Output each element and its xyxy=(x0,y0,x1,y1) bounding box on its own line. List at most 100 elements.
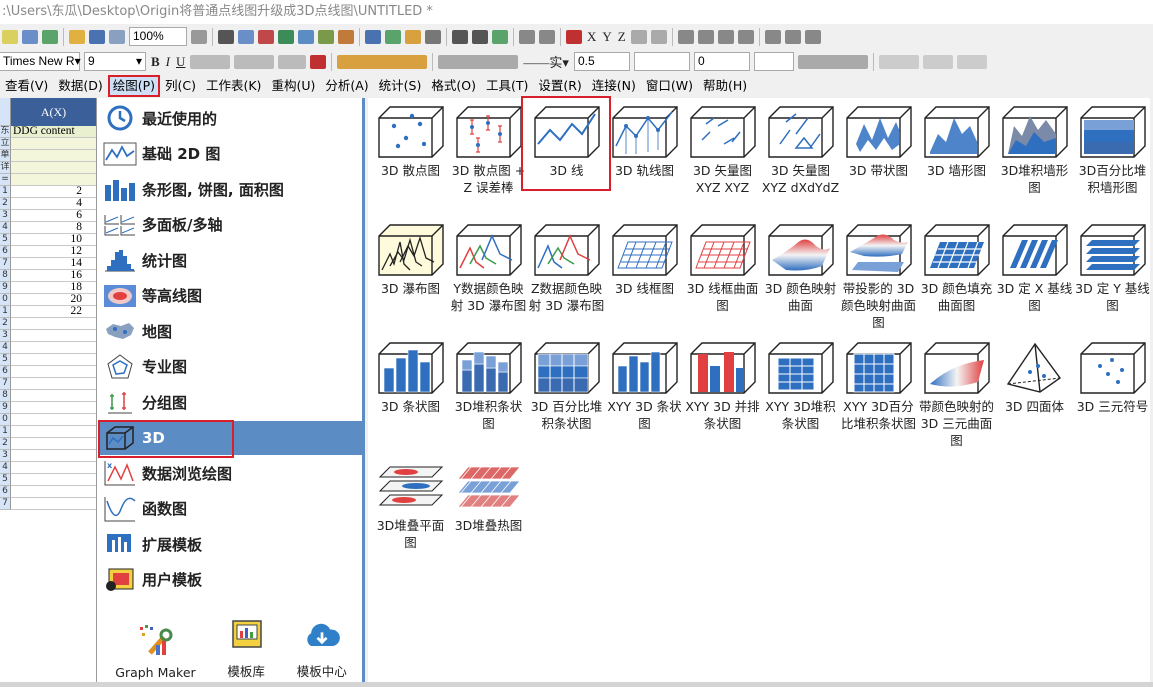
plot-type-wireframe-3d[interactable]: 3D 线框图 xyxy=(606,218,683,335)
row-header[interactable]: 6 xyxy=(0,486,11,498)
data-cell[interactable]: 14 xyxy=(11,257,96,269)
row-header[interactable]: 单 xyxy=(0,150,11,162)
row-header[interactable]: 9 xyxy=(0,282,11,294)
data-cell[interactable] xyxy=(11,426,96,437)
plot-category-multi-panel[interactable]: 多面板/多轴 xyxy=(100,208,362,242)
data-cell[interactable] xyxy=(11,342,96,353)
plot-type-colorfill-surface-3d[interactable]: 3D 颜色填充曲面图 xyxy=(918,218,995,335)
new-graph-icon[interactable] xyxy=(42,29,58,44)
plot-type-line-3d[interactable]: 3D 线 xyxy=(521,96,611,217)
menu-plot[interactable]: 绘图(P) xyxy=(107,75,160,97)
plot-category-bar-chart[interactable]: 条形图, 饼图, 面积图 xyxy=(100,172,362,206)
project-explorer-icon[interactable] xyxy=(318,29,334,44)
data-cell[interactable]: 20 xyxy=(11,293,96,305)
set-as-x-icon[interactable] xyxy=(566,29,582,44)
layer-tools-icon[interactable] xyxy=(337,54,428,69)
plot-category-radar[interactable]: 专业图 xyxy=(100,350,362,384)
set-z-label[interactable]: Z xyxy=(618,29,626,45)
data-cell[interactable] xyxy=(11,402,96,413)
data-cell[interactable]: 2 xyxy=(11,185,96,197)
plot-category-clock[interactable]: 最近使用的 xyxy=(100,101,362,135)
view-tools-icon[interactable] xyxy=(922,54,953,69)
plot-type-waterfall-3d[interactable]: 3D 瀑布图 xyxy=(372,218,449,335)
row-header[interactable]: 5 xyxy=(0,354,11,366)
data-cell[interactable]: 6 xyxy=(11,209,96,221)
plot-category-map[interactable]: 地图 xyxy=(100,314,362,348)
menu-column[interactable]: 列(C) xyxy=(160,75,201,97)
mask-icon[interactable] xyxy=(539,29,555,44)
plot-category-line-chart[interactable]: 基础 2D 图 xyxy=(100,137,362,171)
underline-icon[interactable]: U xyxy=(176,54,185,70)
code-builder-icon[interactable] xyxy=(338,29,354,44)
plot-type-xyy-bar-3d[interactable]: XYY 3D 条状图 xyxy=(606,336,683,453)
row-header[interactable]: 0 xyxy=(0,294,11,306)
meta-cell[interactable] xyxy=(11,150,96,161)
plot-type-ternary-symbol-3d[interactable]: 3D 三元符号 xyxy=(1074,336,1151,453)
menu-connect[interactable]: 连接(N) xyxy=(587,75,641,97)
row-header[interactable]: 4 xyxy=(0,222,11,234)
greek-icon[interactable] xyxy=(234,54,275,69)
data-cell[interactable] xyxy=(11,498,96,509)
scatter-plot-icon[interactable] xyxy=(492,29,508,44)
row-header[interactable]: 7 xyxy=(0,258,11,270)
plot-type-y-base-3d[interactable]: 3D 定 Y 基线图 xyxy=(1074,218,1151,335)
fill-color-icon[interactable] xyxy=(438,54,519,69)
export-icon[interactable] xyxy=(278,29,294,44)
row-header[interactable]: 立 xyxy=(0,138,11,150)
data-cell[interactable] xyxy=(11,474,96,485)
row-header[interactable]: 1 xyxy=(0,306,11,318)
plot-type-scatter-3d-errorbar[interactable]: 3D 散点图 + Z 误差棒 xyxy=(450,100,527,217)
menu-worksheet[interactable]: 工作表(K) xyxy=(201,75,266,97)
statistics-icon[interactable] xyxy=(385,29,401,44)
menu-analysis[interactable]: 分析(A) xyxy=(320,75,373,97)
column-header-a[interactable]: A(X) xyxy=(11,98,96,126)
save-icon[interactable] xyxy=(89,29,105,44)
plot-type-xyy-percent-bar-3d[interactable]: XYY 3D百分比堆积条状图 xyxy=(840,336,917,453)
arrange-tools-icon[interactable] xyxy=(956,54,987,69)
line-width-input[interactable]: 0.5 xyxy=(573,52,630,71)
menu-window[interactable]: 窗口(W) xyxy=(641,75,698,97)
plot-type-colormap-surface-3d[interactable]: 3D 颜色映射曲面 xyxy=(762,218,839,335)
data-cell[interactable] xyxy=(11,414,96,425)
open-icon[interactable] xyxy=(69,29,85,44)
column-plot-icon[interactable] xyxy=(472,29,488,44)
plot-type-xyy-stacked-bar-3d[interactable]: XYY 3D堆积条状图 xyxy=(762,336,839,453)
row-header[interactable]: 2 xyxy=(0,318,11,330)
data-cell[interactable] xyxy=(11,318,96,329)
refresh-icon[interactable] xyxy=(238,29,254,44)
row-header[interactable]: 6 xyxy=(0,366,11,378)
symbol-size-select[interactable] xyxy=(753,52,794,71)
menu-view[interactable]: 查看(V) xyxy=(0,75,53,97)
bold-icon[interactable]: B xyxy=(151,54,160,70)
new-workbook-icon[interactable] xyxy=(22,29,38,44)
row-header[interactable]: 6 xyxy=(0,246,11,258)
set-x-label[interactable]: X xyxy=(587,29,596,45)
row-header[interactable]: 4 xyxy=(0,342,11,354)
plot-type-projection-surface-3d[interactable]: 带投影的 3D 颜色映射曲面图 xyxy=(840,218,917,335)
plot-type-x-base-3d[interactable]: 3D 定 X 基线图 xyxy=(996,218,1073,335)
meta-cell[interactable] xyxy=(11,162,96,173)
italic-icon[interactable]: I xyxy=(166,54,170,70)
align-icon[interactable] xyxy=(278,54,307,69)
menu-format[interactable]: 格式(O) xyxy=(426,75,481,97)
data-cell[interactable] xyxy=(11,486,96,497)
data-cell[interactable] xyxy=(11,330,96,341)
font-color-icon[interactable] xyxy=(310,54,327,69)
plot-type-xyy-side-bar-3d[interactable]: XYY 3D 并排条状图 xyxy=(684,336,761,453)
data-cell[interactable] xyxy=(11,354,96,365)
font-size-select[interactable]: 9 ▾ xyxy=(84,52,146,71)
plot-type-waterfall-z-color[interactable]: Z数据颜色映射 3D 瀑布图 xyxy=(528,218,605,335)
row-header[interactable]: 详 xyxy=(0,162,11,174)
plot-type-waterfall-y-color[interactable]: Y数据颜色映射 3D 瀑布图 xyxy=(450,218,527,335)
plot-category-grouped[interactable]: 分组图 xyxy=(100,385,362,419)
meta-cell[interactable] xyxy=(11,174,96,185)
row-header[interactable]: 3 xyxy=(0,210,11,222)
plot-category-cube[interactable]: 3D xyxy=(98,419,362,458)
size-input[interactable]: 0 xyxy=(693,52,750,71)
next-row-icon[interactable] xyxy=(717,29,734,44)
pattern-select[interactable] xyxy=(633,52,690,71)
row-header[interactable]: 0 xyxy=(0,414,11,426)
font-name-select[interactable]: Times New R ▾ xyxy=(0,52,81,71)
menu-reorganize[interactable]: 重构(U) xyxy=(266,75,320,97)
data-cell[interactable] xyxy=(11,450,96,461)
